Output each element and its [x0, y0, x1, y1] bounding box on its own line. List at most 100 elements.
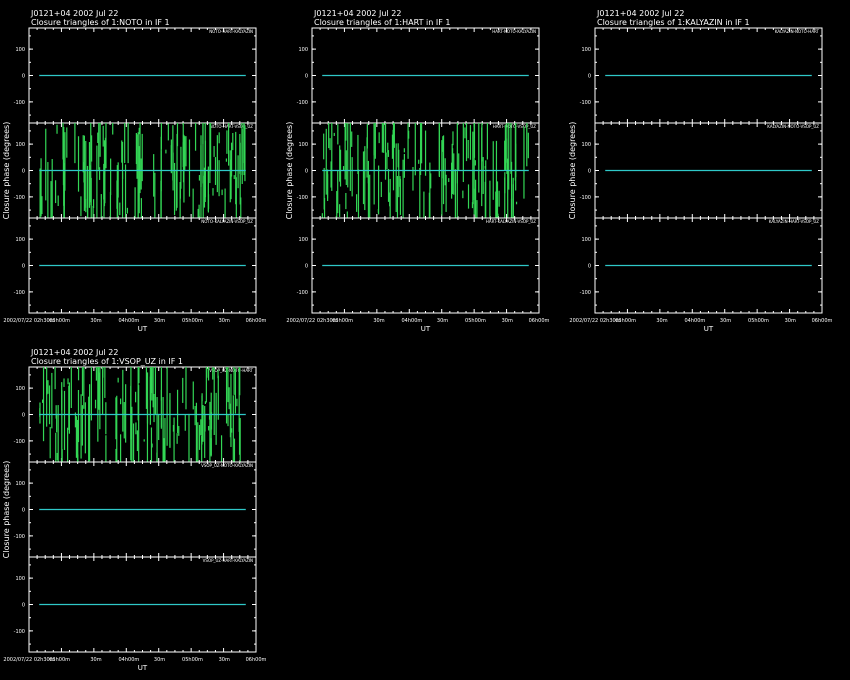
chart-1: J0121+04 2002 Jul 22Closure triangles of…: [2, 9, 267, 333]
panel-3: 100 0 -100 KALYAZIN-HART-VSOP_UZ: [580, 217, 823, 314]
panel-3: 100 0 -100 NOTO-KALYAZIN-VSOP_UZ: [14, 217, 257, 314]
y-tick-label: 100: [298, 237, 308, 243]
x-tick-label: 05h00m: [465, 318, 486, 324]
x-tick-label: 30m: [219, 318, 230, 324]
panel-label: KALYAZIN-HART-VSOP_UZ: [769, 219, 819, 224]
y-tick-label: -100: [14, 100, 25, 106]
y-tick-label: 0: [22, 413, 25, 419]
y-tick-label: 100: [298, 47, 308, 53]
panel-label: HART-KALYAZIN-VSOP_UZ: [486, 219, 536, 224]
chart-4: J0121+04 2002 Jul 22Closure triangles of…: [2, 348, 267, 672]
x-tick-label: 30m: [154, 318, 165, 324]
y-axis-label: Closure phase (degrees): [285, 122, 294, 220]
chart-2: J0121+04 2002 Jul 22Closure triangles of…: [285, 9, 550, 333]
x-tick-label: 05h00m: [182, 657, 203, 663]
panel-label: NOTO-HART-VSOP_UZ: [210, 124, 253, 129]
x-tick-label: 2002/07/22 02h30m: [3, 318, 54, 324]
x-tick-label: 06h00m: [246, 318, 267, 324]
x-tick-label: 2002/07/22 02h30m: [569, 318, 620, 324]
x-tick-label: 06h00m: [812, 318, 833, 324]
panel-2: 100 0 -100 VSOP_UZ-NOTO-KALYAZIN: [14, 461, 257, 558]
x-tick-label: 04h00m: [684, 318, 705, 324]
x-tick-label: 2002/07/22 02h30m: [3, 657, 54, 663]
x-tick-label: 30m: [90, 657, 101, 663]
x-tick-label: 03h00m: [615, 318, 636, 324]
panel-label: KALYAZIN-NOTO-HART: [775, 29, 820, 34]
y-tick-label: -100: [580, 290, 591, 296]
y-tick-label: 0: [22, 603, 25, 609]
y-tick-label: -100: [297, 195, 308, 201]
x-tick-label: 06h00m: [529, 318, 550, 324]
y-tick-label: 100: [15, 47, 25, 53]
y-tick-label: 0: [305, 74, 308, 80]
x-axis-label: UT: [138, 325, 148, 333]
y-tick-label: -100: [580, 195, 591, 201]
y-tick-label: 0: [22, 169, 25, 175]
y-tick-label: -100: [14, 534, 25, 540]
x-tick-label: 30m: [373, 318, 384, 324]
y-axis-label: Closure phase (degrees): [2, 461, 11, 559]
y-tick-label: 100: [15, 576, 25, 582]
panel-2: 100 0 -100 KALYAZIN-NOTO-VSOP_UZ: [580, 122, 823, 219]
chart-subtitle: Closure triangles of 1:NOTO in IF 1: [31, 18, 170, 27]
x-axis-label: UT: [704, 325, 714, 333]
chart-subtitle: Closure triangles of 1:VSOP_UZ in IF 1: [31, 357, 183, 366]
y-tick-label: -100: [14, 290, 25, 296]
panel-3: 100 0 -100 HART-KALYAZIN-VSOP_UZ: [297, 217, 540, 314]
panel-label: KALYAZIN-NOTO-VSOP_UZ: [767, 124, 819, 129]
y-tick-label: 0: [588, 169, 591, 175]
x-tick-label: 05h00m: [182, 318, 203, 324]
y-tick-label: -100: [14, 195, 25, 201]
panel-label: NOTO-KALYAZIN-VSOP_UZ: [201, 219, 253, 224]
chart-title: J0121+04 2002 Jul 22: [30, 348, 118, 357]
x-tick-label: 30m: [785, 318, 796, 324]
x-tick-label: 05h00m: [748, 318, 769, 324]
chart-title: J0121+04 2002 Jul 22: [30, 9, 118, 18]
y-tick-label: 100: [581, 237, 591, 243]
y-tick-label: -100: [297, 100, 308, 106]
x-tick-label: 03h00m: [49, 657, 70, 663]
x-tick-label: 04h00m: [118, 657, 139, 663]
y-tick-label: 0: [22, 508, 25, 514]
x-tick-label: 04h00m: [401, 318, 422, 324]
x-axis-label: UT: [138, 664, 148, 672]
chart-title: J0121+04 2002 Jul 22: [313, 9, 401, 18]
y-tick-label: 100: [15, 481, 25, 487]
panel-label: VSOP_UZ-HART-KALYAZIN: [203, 558, 253, 563]
x-tick-label: 30m: [502, 318, 513, 324]
chart-subtitle: Closure triangles of 1:KALYAZIN in IF 1: [597, 18, 750, 27]
y-tick-label: 0: [22, 264, 25, 270]
y-tick-label: 0: [588, 264, 591, 270]
y-tick-label: 100: [15, 237, 25, 243]
y-tick-label: 100: [298, 142, 308, 148]
panel-3: 100 0 -100 VSOP_UZ-HART-KALYAZIN: [14, 556, 257, 653]
panel-1: 100 0 -100 KALYAZIN-NOTO-HART: [580, 27, 823, 124]
panel-label: VSOP_UZ-NOTO-KALYAZIN: [201, 463, 253, 468]
x-tick-label: 30m: [219, 657, 230, 663]
panel-label: HART-NOTO-KALYAZIN: [492, 29, 536, 34]
panel-1: 100 0 -100 HART-NOTO-KALYAZIN: [297, 27, 540, 124]
y-tick-label: 0: [588, 74, 591, 80]
y-tick-label: 0: [22, 74, 25, 80]
y-tick-label: -100: [580, 100, 591, 106]
panel-label: VSOP_UZ-NOTO-HART: [209, 368, 253, 373]
panel-label: NOTO-HART-KALYAZIN: [209, 29, 253, 34]
y-tick-label: -100: [297, 290, 308, 296]
y-tick-label: 100: [15, 142, 25, 148]
panel-label: HART-NOTO-VSOP_UZ: [493, 124, 536, 129]
panel-2: 100 0 -100 HART-NOTO-VSOP_UZ: [297, 122, 540, 219]
panel-2: 100 0 -100 NOTO-HART-VSOP_UZ: [14, 122, 257, 219]
y-axis-label: Closure phase (degrees): [568, 122, 577, 220]
y-axis-label: Closure phase (degrees): [2, 122, 11, 220]
x-tick-label: 04h00m: [118, 318, 139, 324]
closure-phase-chart: J0121+04 2002 Jul 22Closure triangles of…: [2, 9, 833, 672]
chart-3: J0121+04 2002 Jul 22Closure triangles of…: [568, 9, 833, 333]
x-tick-label: 2002/07/22 02h30m: [286, 318, 337, 324]
y-tick-label: 100: [15, 386, 25, 392]
chart-subtitle: Closure triangles of 1:HART in IF 1: [314, 18, 450, 27]
panel-1: 100 0 -100 NOTO-HART-KALYAZIN: [14, 27, 257, 124]
x-tick-label: 30m: [437, 318, 448, 324]
x-tick-label: 30m: [90, 318, 101, 324]
y-tick-label: 0: [305, 264, 308, 270]
x-axis-label: UT: [421, 325, 431, 333]
